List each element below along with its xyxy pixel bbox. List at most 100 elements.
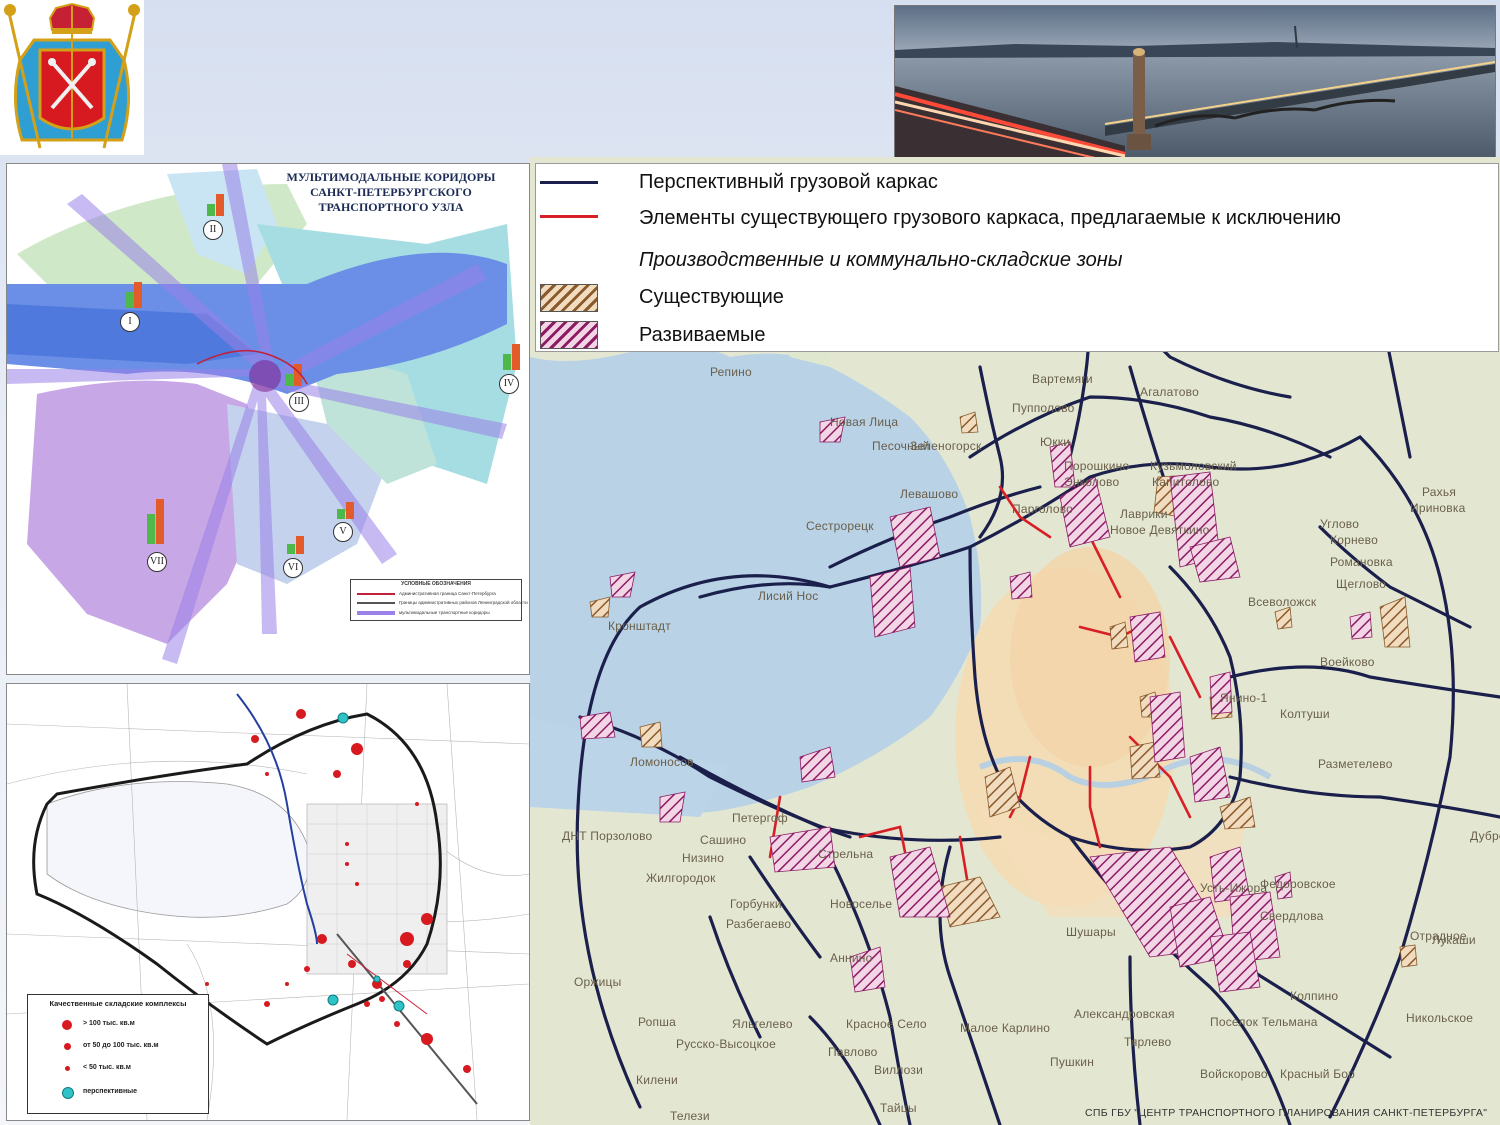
place-label: Лукаши	[1432, 933, 1476, 947]
warehouses-legend-row: от 50 до 100 тыс. кв.м	[28, 1037, 208, 1057]
corridors-title-line1: МУЛЬТИМОДАЛЬНЫЕ КОРИДОРЫ	[286, 170, 496, 184]
place-label: Килени	[636, 1073, 678, 1087]
legend-label-developed: Развиваемые	[639, 324, 766, 346]
place-label: Виллози	[874, 1063, 923, 1077]
place-label: Новое Девяткино	[1110, 523, 1210, 537]
place-label: Тайцы	[880, 1101, 917, 1115]
place-label: Порошкино	[1064, 459, 1130, 473]
map-legend: Перспективный грузовой каркас Элементы с…	[535, 163, 1499, 352]
place-label: Аннино	[830, 951, 873, 965]
place-label: Романовка	[1330, 555, 1393, 569]
corridors-title-line2: САНКТ-ПЕТЕРБУРГСКОГО ТРАНСПОРТНОГО УЗЛА	[310, 185, 472, 214]
warehouses-legend-title: Качественные складские комплексы	[49, 999, 187, 1008]
place-label: Ириновка	[1410, 501, 1466, 515]
place-label: Колтуши	[1280, 707, 1330, 721]
place-label: Корнево	[1330, 533, 1378, 547]
place-label: Энколово	[1064, 475, 1120, 489]
warehouses-legend-row: > 100 тыс. кв.м	[28, 1015, 208, 1035]
small-warehouse-icon	[65, 1066, 70, 1071]
place-label: Шушары	[1066, 925, 1116, 939]
place-label: Низино	[682, 851, 725, 865]
place-label: Ломоносов	[630, 755, 694, 769]
place-label: Всеволожск	[1248, 595, 1317, 609]
place-label: Красный Бор	[1280, 1067, 1356, 1081]
legend-swatch-developed	[540, 321, 598, 349]
corridor-label: V	[333, 522, 353, 542]
warehouses-legend-label: > 100 тыс. кв.м	[83, 1020, 135, 1027]
place-label: Сашино	[700, 833, 747, 847]
place-label: Колпино	[1290, 989, 1339, 1003]
place-label: Лисий Нос	[758, 589, 819, 603]
place-label: Усть-Ижора	[1200, 881, 1268, 895]
place-label: Юкки	[1040, 435, 1071, 449]
corridor-label: III	[289, 392, 309, 412]
corridors-legend: УСЛОВНЫЕ ОБОЗНАЧЕНИЯ Административная гр…	[350, 579, 528, 621]
corridors-inset-map: МУЛЬТИМОДАЛЬНЫЕ КОРИДОРЫ САНКТ-ПЕТЕРБУРГ…	[6, 163, 530, 675]
place-label: Пушкин	[1050, 1055, 1095, 1069]
warehouses-legend: Качественные складские комплексы > 100 т…	[27, 994, 209, 1114]
place-label: Войскорово	[1200, 1067, 1268, 1081]
corridor-label: IV	[499, 374, 519, 394]
place-label: Сестрорецк	[806, 519, 874, 533]
place-label: Жилгородок	[646, 871, 716, 885]
corridors-legend-row: Границы административных районов Ленингр…	[399, 600, 528, 605]
legend-label-perspective-framework: Перспективный грузовой каркас	[639, 171, 938, 193]
legend-swatch-district-boundary	[357, 602, 395, 604]
place-label: Павлово	[828, 1045, 878, 1059]
warehouses-legend-label: перспективные	[83, 1088, 138, 1095]
legend-label-existing: Существующие	[639, 286, 784, 308]
place-label: Воейково	[1320, 655, 1375, 669]
place-label: Кронштадт	[608, 619, 671, 633]
warehouses-legend-label: от 50 до 100 тыс. кв.м	[83, 1042, 159, 1049]
coat-of-arms-emblem	[0, 0, 144, 155]
place-label: Малое Карлино	[960, 1021, 1051, 1035]
map-credit: СПБ ГБУ "ЦЕНТР ТРАНСПОРТНОГО ПЛАНИРОВАНИ…	[1085, 1107, 1488, 1119]
corridors-title: МУЛЬТИМОДАЛЬНЫЕ КОРИДОРЫ САНКТ-ПЕТЕРБУРГ…	[261, 170, 521, 215]
corridors-legend-row: Административная граница Санкт-Петербург…	[399, 591, 496, 596]
corridor-label: I	[120, 312, 140, 332]
place-label: Поселок Тельмана	[1210, 1015, 1318, 1029]
corridors-legend-row: мультимодальные транспортные коридоры	[399, 610, 490, 615]
place-label: Горбунки	[730, 897, 782, 911]
place-label: Агалатово	[1140, 385, 1199, 399]
place-label: Свердлова	[1260, 909, 1324, 923]
place-label: Янино-1	[1220, 691, 1268, 705]
place-label: Тярлево	[1124, 1035, 1172, 1049]
place-label: Кузьмоловский	[1150, 459, 1237, 473]
corridor-label: VI	[283, 558, 303, 578]
legend-swatch-perspective-framework	[540, 181, 598, 184]
warehouses-legend-label: < 50 тыс. кв.м	[83, 1064, 131, 1071]
future-warehouse-icon	[62, 1087, 74, 1099]
legend-label-excluded-elements: Элементы существующего грузового каркаса…	[639, 207, 1341, 229]
place-label: Дубровка	[1470, 829, 1500, 843]
place-label: Новая Лица	[830, 415, 899, 429]
place-label: Никольское	[1406, 1011, 1474, 1025]
place-label: Александровская	[1074, 1007, 1175, 1021]
medium-warehouse-icon	[64, 1043, 71, 1050]
legend-swatch-corridor	[357, 611, 395, 615]
place-label: Левашово	[900, 487, 959, 501]
legend-swatch-existing	[540, 284, 598, 312]
place-label: Федоровское	[1260, 877, 1336, 891]
place-label: Телези	[670, 1109, 710, 1123]
warehouses-legend-row: < 50 тыс. кв.м	[28, 1059, 208, 1079]
warehouses-legend-row: перспективные	[28, 1083, 208, 1103]
place-label: Углово	[1320, 517, 1360, 531]
corridor-label: II	[203, 220, 223, 240]
legend-swatch-excluded-elements	[540, 215, 598, 218]
place-label: Пупполово	[1012, 401, 1075, 415]
corridors-legend-title: УСЛОВНЫЕ ОБОЗНАЧЕНИЯ	[401, 581, 471, 587]
place-label: Щеглово	[1336, 577, 1387, 591]
place-label: Парголово	[1012, 502, 1074, 516]
place-label: Вартемяги	[1032, 372, 1093, 386]
place-label: Ропша	[638, 1015, 676, 1029]
place-label: Яльгелево	[732, 1017, 793, 1031]
place-label: Оржицы	[574, 975, 622, 989]
place-label: Рахья	[1422, 485, 1457, 499]
warehouses-inset-map: Качественные складские комплексы > 100 т…	[6, 683, 530, 1121]
place-label: Разбегаево	[726, 917, 792, 931]
place-label: Красное Село	[846, 1017, 927, 1031]
corridor-label: VII	[147, 552, 167, 572]
place-label: Лаврики	[1120, 507, 1168, 521]
place-label: ДНТ Порзолово	[562, 829, 653, 843]
